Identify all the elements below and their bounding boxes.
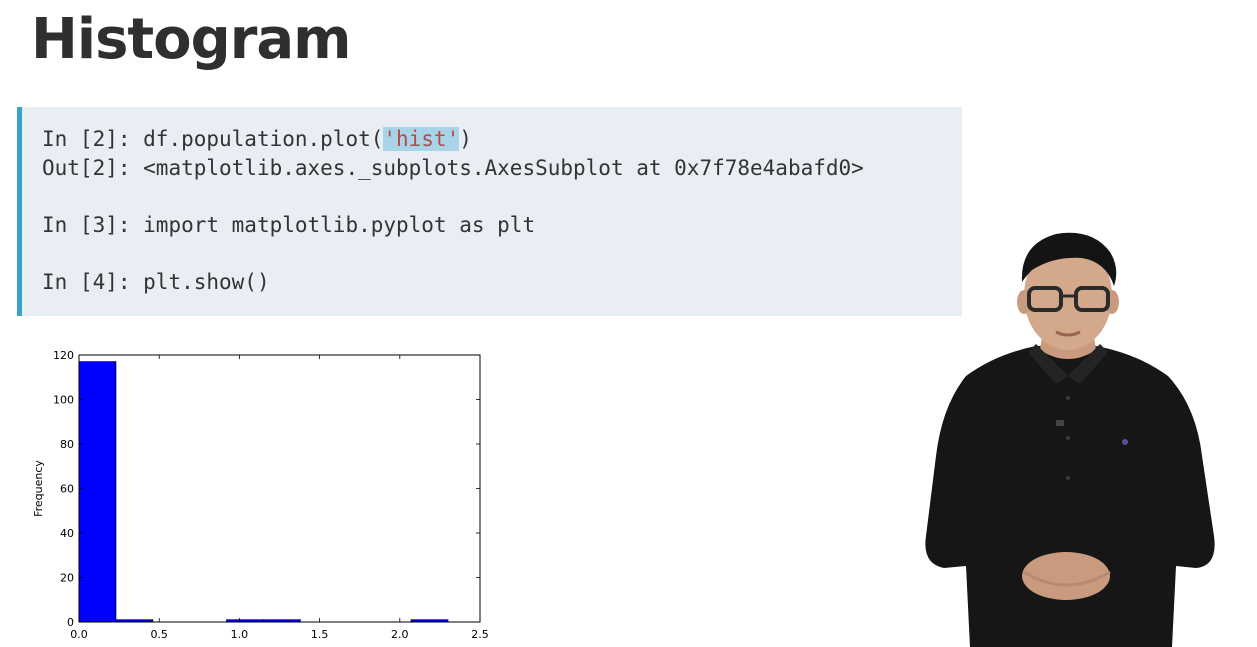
code-output: <matplotlib.axes._subplots.AxesSubplot a… bbox=[143, 156, 864, 180]
code-text: df.population.plot( bbox=[143, 127, 384, 151]
y-tick-label: 80 bbox=[60, 438, 74, 451]
y-tick-label: 40 bbox=[60, 527, 74, 540]
presenter-illustration bbox=[925, 232, 1215, 647]
y-tick-label: 60 bbox=[60, 483, 74, 496]
y-tick-label: 0 bbox=[67, 616, 74, 629]
code-prompt: In [3]: bbox=[42, 213, 144, 237]
shirt-button bbox=[1066, 396, 1070, 400]
histogram-bar bbox=[78, 361, 117, 623]
y-tick-label: 100 bbox=[53, 394, 74, 407]
x-tick-label: 1.0 bbox=[231, 628, 249, 641]
y-tick-label: 120 bbox=[53, 349, 74, 362]
x-tick-label: 0.0 bbox=[70, 628, 88, 641]
code-line-in-4: In [4]: plt.show() bbox=[42, 268, 270, 296]
x-tick-label: 1.5 bbox=[311, 628, 329, 641]
y-axis-label: Frequency bbox=[32, 460, 45, 517]
slide-title: Histogram bbox=[31, 7, 351, 72]
code-text: import matplotlib.pyplot as plt bbox=[143, 213, 536, 237]
shirt-logo-icon bbox=[1122, 439, 1128, 445]
code-prompt: In [4]: bbox=[42, 270, 144, 294]
code-prompt: Out[2]: bbox=[42, 156, 144, 180]
code-text: ) bbox=[459, 127, 472, 151]
code-text: plt.show() bbox=[143, 270, 270, 294]
lecture-slide: Histogram In [2]: df.population.plot('hi… bbox=[0, 0, 1257, 647]
code-line-in-3: In [3]: import matplotlib.pyplot as plt bbox=[42, 211, 535, 239]
code-line-in-2: In [2]: df.population.plot('hist') bbox=[42, 125, 472, 153]
lapel-mic-icon bbox=[1056, 420, 1064, 426]
x-tick-label: 2.5 bbox=[471, 628, 489, 641]
histogram-svg: 0.0 0.5 1.0 1.5 2.0 2.5 0 20 40 60 80 100 120 Frequen… bbox=[28, 344, 494, 647]
shirt-button bbox=[1066, 436, 1070, 440]
histogram-chart: 0.0 0.5 1.0 1.5 2.0 2.5 0 20 40 60 80 100 120 Frequen… bbox=[28, 344, 494, 647]
shirt-button bbox=[1066, 476, 1070, 480]
x-tick-label: 2.0 bbox=[391, 628, 409, 641]
string-token: 'hist' bbox=[383, 127, 460, 151]
y-tick-label: 20 bbox=[60, 572, 74, 585]
code-prompt: In [2]: bbox=[42, 127, 144, 151]
presenter-shirt bbox=[925, 346, 1215, 647]
code-line-out-2: Out[2]: <matplotlib.axes._subplots.AxesS… bbox=[42, 154, 864, 182]
x-tick-label: 0.5 bbox=[150, 628, 168, 641]
code-block: In [2]: df.population.plot('hist') Out[2… bbox=[17, 107, 962, 316]
presenter-hands bbox=[1022, 552, 1110, 600]
